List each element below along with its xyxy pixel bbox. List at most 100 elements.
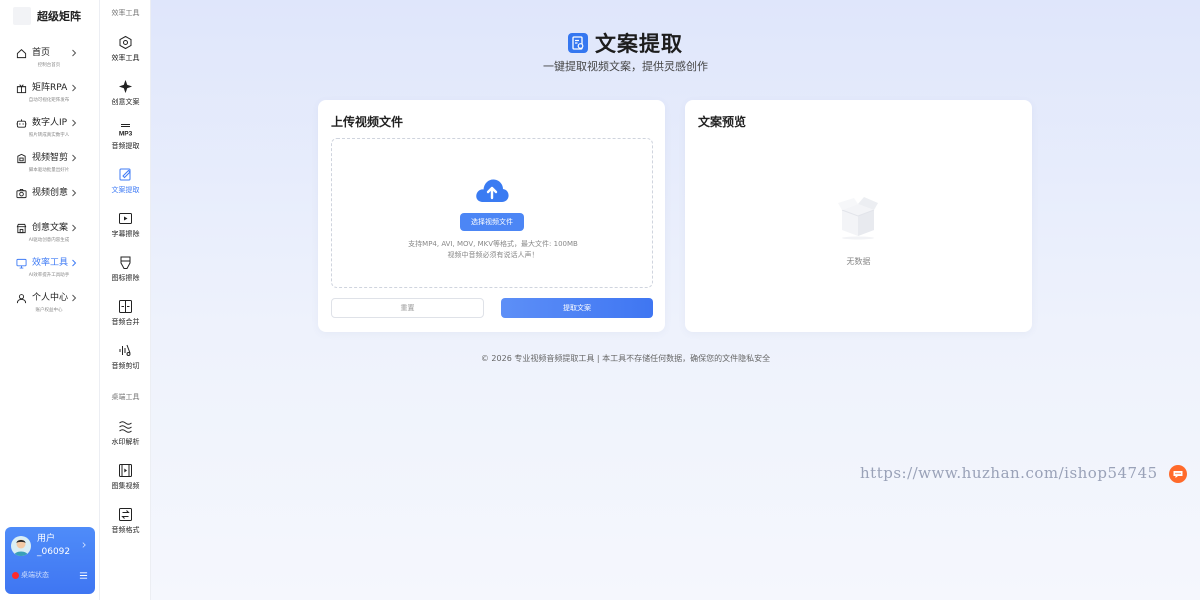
- chevron-right-icon: [72, 154, 77, 162]
- tool-section-title: 效率工具: [111, 9, 140, 17]
- tool-label: 创意文案: [111, 98, 140, 106]
- select-video-button[interactable]: 选择视频文件: [460, 213, 524, 231]
- tool-audio-cut[interactable]: 音频剪切: [100, 343, 151, 375]
- gift-box-icon: [16, 84, 27, 94]
- tool-label: 图集视频: [111, 482, 140, 490]
- network-icon: [119, 35, 132, 50]
- convert-icon: [119, 508, 132, 521]
- sidebar-item-subtitle: AI效率提升工具助手: [28, 272, 70, 278]
- sidebar-item-subtitle: 脚本驱动批量出好片: [28, 167, 70, 173]
- tool-audio-format[interactable]: 音频格式: [100, 507, 151, 539]
- status-dot: [12, 572, 19, 579]
- edit-document-icon: [119, 168, 131, 181]
- tool-label: 文案提取: [111, 186, 140, 194]
- tool-efficiency[interactable]: 效率工具: [100, 35, 151, 67]
- chevron-right-icon: [72, 49, 77, 57]
- monitor-icon: [16, 258, 27, 269]
- sidebar: 超级矩阵 首页 控制台首页 矩阵RPA 自动可视化矩阵发布 数字人IP 照片转成…: [0, 0, 100, 600]
- upload-card-title: 上传视频文件: [331, 115, 404, 129]
- subtitle-icon: [119, 213, 132, 224]
- chevron-right-icon: [72, 119, 77, 127]
- brand-name: 超级矩阵: [37, 10, 81, 23]
- sidebar-item-label: 视频创意: [32, 188, 69, 198]
- preview-card-title: 文案预览: [698, 115, 747, 129]
- tool-audio-merge[interactable]: 音频合并: [100, 299, 151, 331]
- tool-copy-extract[interactable]: 文案提取: [100, 167, 151, 199]
- tool-label: 水印解析: [111, 438, 140, 446]
- tool-creative-copy[interactable]: 创意文案: [100, 79, 151, 111]
- sidebar-item-label: 效率工具: [32, 258, 69, 268]
- eraser-icon: [120, 256, 131, 269]
- sidebar-item-subtitle: 照片转成真实数字人: [28, 132, 70, 138]
- sidebar-item-home[interactable]: 首页 控制台首页: [16, 47, 82, 75]
- sidebar-item-label: 矩阵RPA: [32, 83, 68, 93]
- tool-watermark-parse[interactable]: 水印解析: [100, 419, 151, 451]
- user-icon: [16, 294, 27, 304]
- tool-icon-erase[interactable]: 图标擦除: [100, 255, 151, 287]
- document-icon: [568, 33, 588, 53]
- robot-icon: [16, 119, 27, 128]
- page-subtitle: 一键提取视频文案，提供灵感创作: [543, 60, 708, 73]
- tool-subtitle-erase[interactable]: 字幕擦除: [100, 211, 151, 243]
- sidebar-item-label: 个人中心: [32, 293, 69, 303]
- sidebar-item-subtitle: 自动可视化矩阵发布: [28, 97, 70, 103]
- watermark-text: https://www.huzhan.com/ishop54745: [860, 464, 1158, 482]
- sidebar-item-subtitle: AI驱动创意内容生成: [28, 237, 70, 243]
- sidebar-item-video-edit[interactable]: 视频智剪 脚本驱动批量出好片: [16, 152, 82, 180]
- tool-label: 音频格式: [111, 526, 140, 534]
- page-header: 文案提取: [151, 28, 1100, 58]
- footer-text: © 2026 专业视频音频提取工具 | 本工具不存储任何数据，确保您的文件隐私安…: [480, 354, 771, 363]
- tool-label: 音频提取: [111, 142, 140, 150]
- sidebar-item-digital-human[interactable]: 数字人IP 照片转成真实数字人: [16, 117, 82, 145]
- sidebar-item-subtitle: 控制台首页: [37, 62, 61, 68]
- tool-gallery-video[interactable]: 图集视频: [100, 463, 151, 495]
- reset-button[interactable]: 重置: [331, 298, 484, 318]
- cloud-upload-icon: [476, 179, 509, 202]
- sidebar-item-label: 首页: [32, 48, 51, 58]
- sidebar-item-video-creative[interactable]: 视频创意: [16, 187, 82, 215]
- preview-card: 文案预览 无数据: [685, 100, 1032, 332]
- status-text: 桌端状态: [21, 571, 49, 579]
- tool-label: 图标擦除: [111, 274, 140, 282]
- chevron-right-icon: [72, 294, 77, 302]
- avatar-icon: [14, 539, 28, 556]
- home-icon: [16, 49, 27, 59]
- chevron-right-icon: [72, 189, 77, 197]
- tool-label: 字幕擦除: [111, 230, 140, 238]
- empty-box-icon: [838, 197, 878, 240]
- menu-icon[interactable]: [79, 571, 88, 580]
- tool-column: 效率工具 效率工具 创意文案 MP3 音频提取 文案提取 字幕擦除 图标擦除 音…: [100, 0, 151, 600]
- merge-icon: [119, 300, 132, 313]
- brand-logo: [13, 7, 31, 25]
- chat-icon[interactable]: [1169, 465, 1187, 483]
- camera-icon: [16, 189, 27, 199]
- sidebar-item-matrix-rpa[interactable]: 矩阵RPA 自动可视化矩阵发布: [16, 82, 82, 110]
- brand[interactable]: 超级矩阵: [13, 6, 81, 26]
- sidebar-item-subtitle: 账户权益中心: [35, 307, 63, 313]
- storefront-icon: [16, 223, 27, 234]
- upload-dropzone[interactable]: 选择视频文件 支持MP4, AVI, MOV, MKV等格式，最大文件: 100…: [331, 138, 653, 288]
- sidebar-item-efficiency-tools[interactable]: 效率工具 AI效率提升工具助手: [16, 257, 82, 285]
- upload-hint-audio: 视频中音频必须有说话人声！: [447, 251, 539, 259]
- tool-audio-extract[interactable]: MP3 音频提取: [100, 123, 151, 155]
- sidebar-item-creative-copy[interactable]: 创意文案 AI驱动创意内容生成: [16, 222, 82, 250]
- tool-label: 音频合并: [111, 318, 140, 326]
- mp3-icon: MP3: [119, 124, 133, 138]
- video-frame-icon: [119, 464, 132, 477]
- avatar: [11, 536, 31, 556]
- tool-label: 音频剪切: [111, 362, 140, 370]
- upload-card: 上传视频文件 选择视频文件 支持MP4, AVI, MOV, MKV等格式，最大…: [318, 100, 665, 332]
- svg-text:MP3: MP3: [119, 131, 133, 138]
- audio-cut-icon: [119, 344, 131, 356]
- main-content: 文案提取 一键提取视频文案，提供灵感创作 上传视频文件 选择视频文件 支持MP4…: [151, 0, 1200, 600]
- sidebar-item-personal-center[interactable]: 个人中心 账户权益中心: [16, 292, 82, 320]
- waves-icon: [119, 421, 132, 433]
- user-name: 用户_06092: [37, 534, 71, 557]
- sparkle-icon: [118, 79, 133, 94]
- user-card[interactable]: 用户_06092 桌端状态: [5, 527, 95, 594]
- extract-copy-button[interactable]: 提取文案: [501, 298, 653, 318]
- page-title: 文案提取: [595, 32, 683, 56]
- chevron-right-icon: [82, 542, 86, 548]
- empty-state-text: 无数据: [846, 257, 871, 266]
- upload-hint-formats: 支持MP4, AVI, MOV, MKV等格式，最大文件: 100MB: [408, 240, 578, 248]
